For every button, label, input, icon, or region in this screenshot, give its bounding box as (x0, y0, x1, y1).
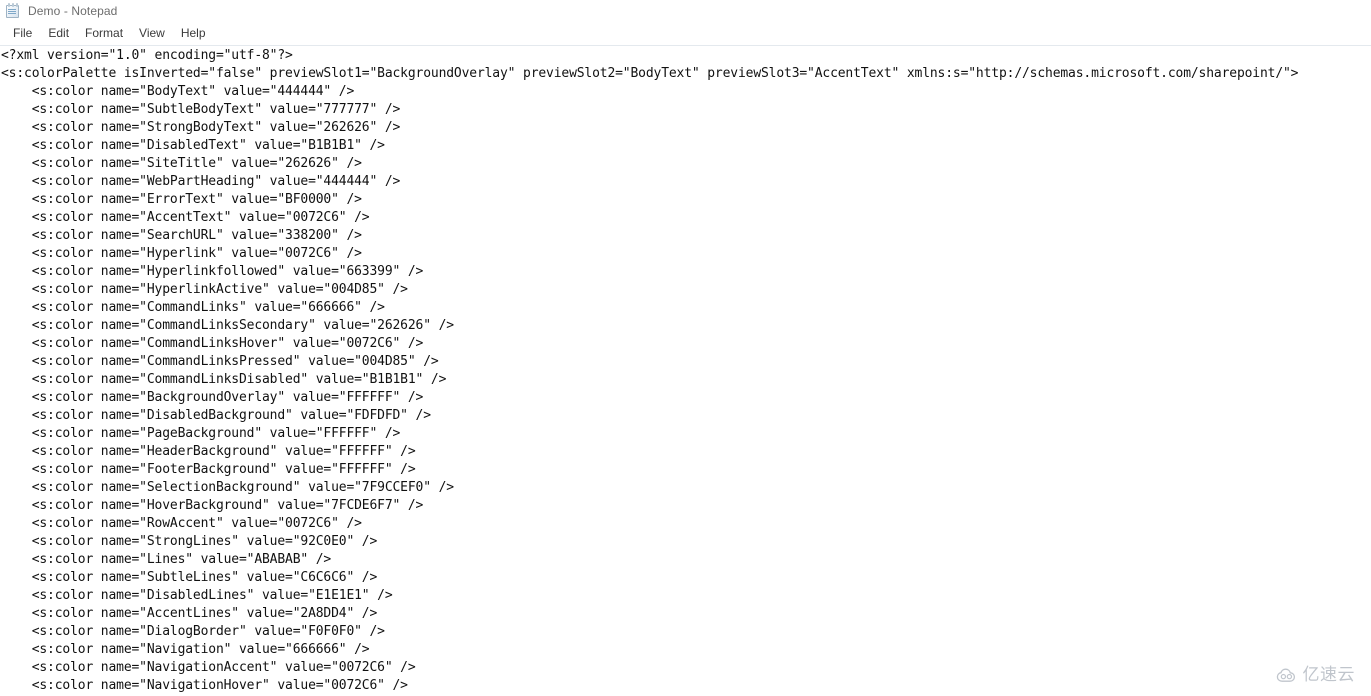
code-line: <s:color name="StrongLines" value="92C0E… (1, 534, 378, 549)
code-line: <s:color name="CommandLinksSecondary" va… (1, 318, 454, 333)
code-line: <s:color name="DisabledBackground" value… (1, 408, 431, 423)
text-editor-area[interactable]: <?xml version="1.0" encoding="utf-8"?> <s… (0, 46, 1371, 696)
code-line: <s:color name="CommandLinksDisabled" val… (1, 372, 447, 387)
code-line: <s:color name="SelectionBackground" valu… (1, 480, 454, 495)
code-line: <s:color name="HoverBackground" value="7… (1, 498, 424, 513)
code-line: <s:color name="Lines" value="ABABAB" /> (1, 552, 332, 567)
code-line: <s:color name="DisabledText" value="B1B1… (1, 138, 385, 153)
code-line: <s:color name="AccentLines" value="2A8DD… (1, 606, 378, 621)
code-line: <s:color name="BackgroundOverlay" value=… (1, 390, 424, 405)
code-line: <s:color name="DisabledLines" value="E1E… (1, 588, 393, 603)
code-line: <s:colorPalette isInverted="false" previ… (1, 66, 1299, 81)
menu-item-view[interactable]: View (131, 24, 173, 43)
menu-item-edit[interactable]: Edit (40, 24, 77, 43)
code-line: <s:color name="RowAccent" value="0072C6"… (1, 516, 362, 531)
code-line: <s:color name="DialogBorder" value="F0F0… (1, 624, 385, 639)
code-line: <s:color name="SubtleBodyText" value="77… (1, 102, 401, 117)
notepad-window: Demo - Notepad File Edit Format View Hel… (0, 0, 1371, 696)
code-line: <s:color name="StrongBodyText" value="26… (1, 120, 401, 135)
code-line: <?xml version="1.0" encoding="utf-8"?> (1, 48, 293, 63)
text-content[interactable]: <?xml version="1.0" encoding="utf-8"?> <s… (0, 46, 1371, 696)
menu-item-format[interactable]: Format (77, 24, 131, 43)
code-line: <s:color name="Hyperlink" value="0072C6"… (1, 246, 362, 261)
code-line: <s:color name="FooterBackground" value="… (1, 462, 416, 477)
code-line: <s:color name="BodyText" value="444444" … (1, 84, 355, 99)
code-line: <s:color name="NavigationHover" value="0… (1, 678, 408, 693)
code-line: <s:color name="HeaderBackground" value="… (1, 444, 416, 459)
code-line: <s:color name="WebPartHeading" value="44… (1, 174, 401, 189)
code-line: <s:color name="ErrorText" value="BF0000"… (1, 192, 362, 207)
code-line: <s:color name="AccentText" value="0072C6… (1, 210, 370, 225)
menu-item-help[interactable]: Help (173, 24, 214, 43)
code-line: <s:color name="Navigation" value="666666… (1, 642, 370, 657)
code-line: <s:color name="PageBackground" value="FF… (1, 426, 401, 441)
title-bar: Demo - Notepad (0, 0, 1371, 22)
code-line: <s:color name="HyperlinkActive" value="0… (1, 282, 408, 297)
code-line: <s:color name="Hyperlinkfollowed" value=… (1, 264, 424, 279)
code-line: <s:color name="SiteTitle" value="262626"… (1, 156, 362, 171)
code-line: <s:color name="NavigationAccent" value="… (1, 660, 416, 675)
code-line: <s:color name="CommandLinksHover" value=… (1, 336, 424, 351)
code-line: <s:color name="CommandLinks" value="6666… (1, 300, 385, 315)
code-line: <s:color name="SubtleLines" value="C6C6C… (1, 570, 378, 585)
code-line: <s:color name="SearchURL" value="338200"… (1, 228, 362, 243)
notepad-icon (5, 3, 21, 19)
menu-item-file[interactable]: File (5, 24, 40, 43)
menu-bar: File Edit Format View Help (0, 22, 1371, 45)
code-line: <s:color name="CommandLinksPressed" valu… (1, 354, 439, 369)
window-title: Demo - Notepad (28, 4, 118, 18)
